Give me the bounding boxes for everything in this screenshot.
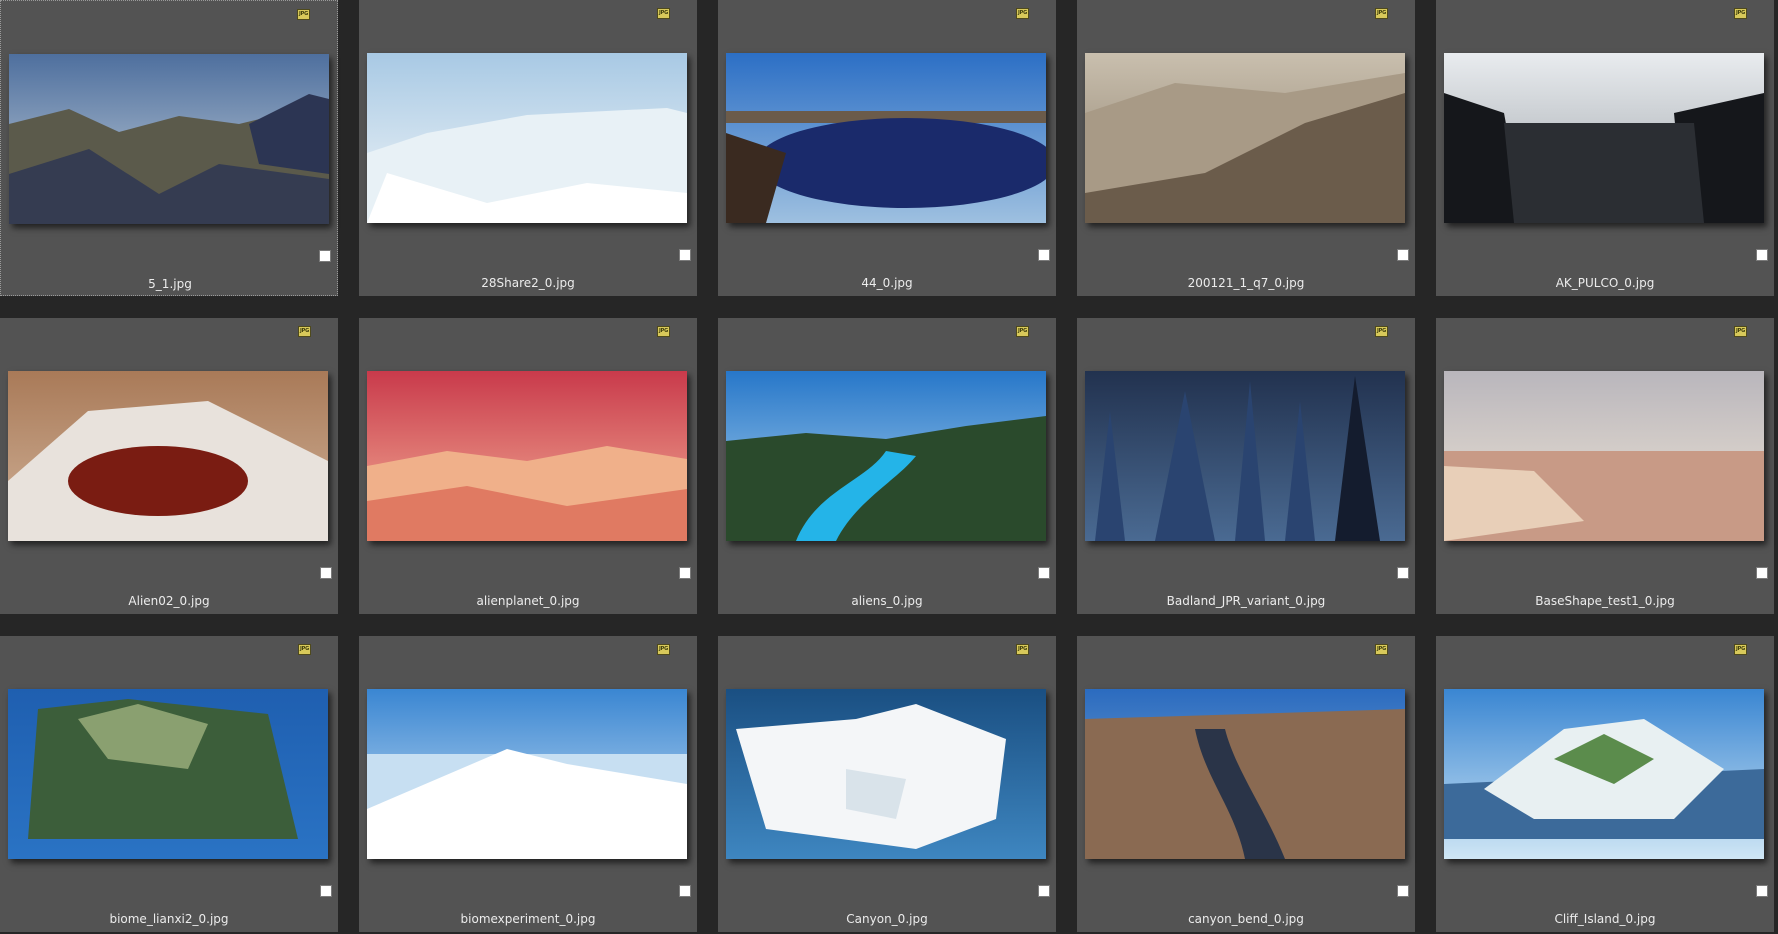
jpg-file-icon: JPG: [1734, 644, 1747, 655]
select-checkbox[interactable]: [1756, 885, 1768, 897]
select-checkbox[interactable]: [320, 567, 332, 579]
jpg-file-icon: JPG: [1734, 326, 1747, 337]
jpg-file-icon: JPG: [1734, 8, 1747, 19]
jpg-file-icon: JPG: [1375, 326, 1388, 337]
file-name-label: AK_PULCO_0.jpg: [1555, 276, 1655, 290]
file-name-label: biomexperiment_0.jpg: [460, 912, 596, 926]
thumbnail-tile[interactable]: JPG biomexperiment_0.jpg: [359, 636, 697, 932]
thumbnail-tile[interactable]: JPG biome_lianxi2_0.jpg: [0, 636, 338, 932]
thumbnail-tile[interactable]: JPG 5_1.jpg: [0, 0, 338, 296]
file-name-label: Canyon_0.jpg: [846, 912, 928, 926]
select-checkbox[interactable]: [319, 250, 331, 262]
thumbnail-image[interactable]: [726, 689, 1046, 859]
thumbnail-tile[interactable]: JPG 28Share2_0.jpg: [359, 0, 697, 296]
file-name-label: canyon_bend_0.jpg: [1188, 912, 1304, 926]
jpg-file-icon: JPG: [1016, 644, 1029, 655]
select-checkbox[interactable]: [1038, 885, 1050, 897]
jpg-file-icon: JPG: [1016, 326, 1029, 337]
thumbnail-tile[interactable]: JPG BaseShape_test1_0.jpg: [1436, 318, 1774, 614]
jpg-file-icon: JPG: [297, 9, 310, 20]
select-checkbox[interactable]: [320, 885, 332, 897]
thumbnail-tile[interactable]: JPG alienplanet_0.jpg: [359, 318, 697, 614]
thumbnail-tile[interactable]: JPG AK_PULCO_0.jpg: [1436, 0, 1774, 296]
thumbnail-grid: JPG 5_1.jpg JPG 28Share2_0.jpg JPG 44_0.…: [0, 0, 1778, 934]
thumbnail-image[interactable]: [1085, 53, 1405, 223]
jpg-file-icon: JPG: [657, 644, 670, 655]
file-name-label: Cliff_Island_0.jpg: [1554, 912, 1656, 926]
file-name-label: biome_lianxi2_0.jpg: [109, 912, 229, 926]
jpg-file-icon: JPG: [298, 326, 311, 337]
thumbnail-tile[interactable]: JPG Badland_JPR_variant_0.jpg: [1077, 318, 1415, 614]
thumbnail-image[interactable]: [8, 689, 328, 859]
thumbnail-tile[interactable]: JPG canyon_bend_0.jpg: [1077, 636, 1415, 932]
select-checkbox[interactable]: [1756, 249, 1768, 261]
select-checkbox[interactable]: [1397, 885, 1409, 897]
file-name-label: 44_0.jpg: [861, 276, 913, 290]
select-checkbox[interactable]: [1038, 567, 1050, 579]
file-name-label: 28Share2_0.jpg: [481, 276, 575, 290]
thumbnail-image[interactable]: [1085, 371, 1405, 541]
select-checkbox[interactable]: [679, 249, 691, 261]
file-name-label: Badland_JPR_variant_0.jpg: [1166, 594, 1326, 608]
thumbnail-image[interactable]: [367, 53, 687, 223]
thumbnail-image[interactable]: [1085, 689, 1405, 859]
thumbnail-tile[interactable]: JPG Canyon_0.jpg: [718, 636, 1056, 932]
thumbnail-image[interactable]: [1444, 689, 1764, 859]
file-name-label: 200121_1_q7_0.jpg: [1187, 276, 1305, 290]
file-name-label: alienplanet_0.jpg: [476, 594, 580, 608]
jpg-file-icon: JPG: [298, 644, 311, 655]
file-name-label: BaseShape_test1_0.jpg: [1535, 594, 1675, 608]
select-checkbox[interactable]: [679, 885, 691, 897]
file-name-label: Alien02_0.jpg: [128, 594, 210, 608]
jpg-file-icon: JPG: [657, 326, 670, 337]
thumbnail-image[interactable]: [8, 371, 328, 541]
jpg-file-icon: JPG: [1016, 8, 1029, 19]
jpg-file-icon: JPG: [657, 8, 670, 19]
select-checkbox[interactable]: [1397, 249, 1409, 261]
jpg-file-icon: JPG: [1375, 644, 1388, 655]
thumbnail-image[interactable]: [367, 689, 687, 859]
file-name-label: aliens_0.jpg: [851, 594, 923, 608]
jpg-file-icon: JPG: [1375, 8, 1388, 19]
thumbnail-tile[interactable]: JPG aliens_0.jpg: [718, 318, 1056, 614]
file-name-label: 5_1.jpg: [148, 277, 192, 291]
thumbnail-tile[interactable]: JPG Cliff_Island_0.jpg: [1436, 636, 1774, 932]
select-checkbox[interactable]: [1038, 249, 1050, 261]
thumbnail-image[interactable]: [726, 371, 1046, 541]
select-checkbox[interactable]: [679, 567, 691, 579]
thumbnail-image[interactable]: [1444, 371, 1764, 541]
thumbnail-image[interactable]: [9, 54, 329, 224]
thumbnail-tile[interactable]: JPG Alien02_0.jpg: [0, 318, 338, 614]
thumbnail-tile[interactable]: JPG 44_0.jpg: [718, 0, 1056, 296]
thumbnail-image[interactable]: [367, 371, 687, 541]
thumbnail-image[interactable]: [726, 53, 1046, 223]
thumbnail-tile[interactable]: JPG 200121_1_q7_0.jpg: [1077, 0, 1415, 296]
thumbnail-image[interactable]: [1444, 53, 1764, 223]
select-checkbox[interactable]: [1756, 567, 1768, 579]
select-checkbox[interactable]: [1397, 567, 1409, 579]
